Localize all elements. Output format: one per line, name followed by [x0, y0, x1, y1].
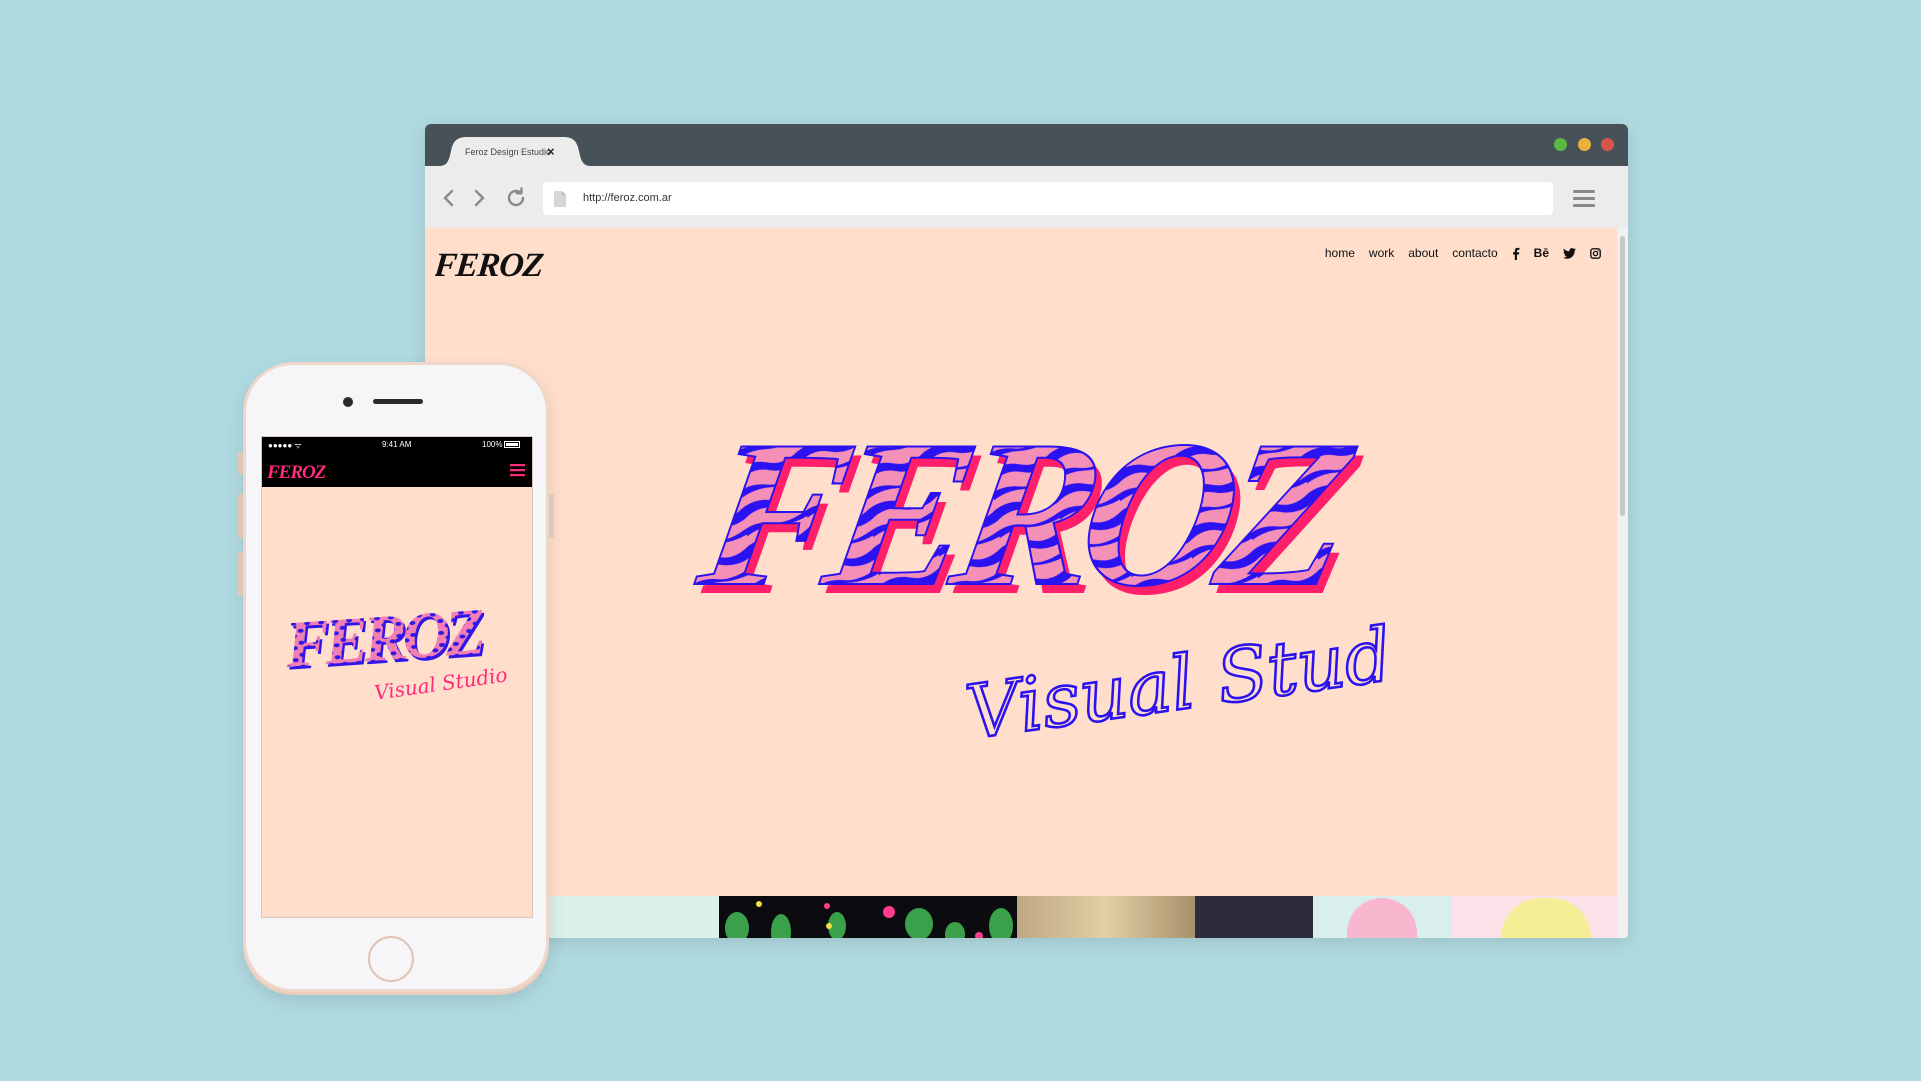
- facebook-icon[interactable]: [1512, 247, 1520, 260]
- battery-icon: [504, 441, 520, 448]
- maximize-button[interactable]: [1554, 138, 1567, 151]
- phone-power-button: [549, 494, 554, 538]
- thumbnail-dark[interactable]: [1195, 896, 1313, 938]
- battery-percent: 100%: [482, 440, 503, 449]
- site-logo-text: FEROZ: [435, 247, 545, 284]
- scrollbar[interactable]: [1617, 228, 1628, 938]
- mobile-logo-text: FEROZ: [267, 462, 327, 483]
- mobile-logo[interactable]: FEROZ: [267, 459, 337, 483]
- website-viewport: FEROZ home work about contacto Bē FEROZ …: [425, 228, 1617, 938]
- nav-home[interactable]: home: [1325, 246, 1355, 260]
- site-nav: home work about contacto Bē: [1311, 246, 1601, 260]
- thumbnail-pink-shirt[interactable]: [1313, 896, 1451, 938]
- phone-screen: ●●●●● ᯤ 9:41 AM 100% FEROZ FEROZ FEROZ V…: [261, 436, 533, 918]
- phone-device: ●●●●● ᯤ 9:41 AM 100% FEROZ FEROZ FEROZ V…: [243, 362, 549, 992]
- nav-contacto[interactable]: contacto: [1452, 246, 1497, 260]
- status-time: 9:41 AM: [382, 440, 412, 449]
- instagram-icon[interactable]: [1590, 247, 1601, 259]
- browser-toolbar: http://feroz.com.ar: [425, 166, 1628, 228]
- behance-icon[interactable]: Bē: [1534, 246, 1549, 260]
- phone-status-bar: ●●●●● ᯤ 9:41 AM 100%: [262, 437, 532, 453]
- back-icon[interactable]: [437, 186, 461, 210]
- nav-about[interactable]: about: [1408, 246, 1438, 260]
- mobile-menu-icon[interactable]: [510, 463, 525, 477]
- browser-window: Feroz Design Estudio × http://feroz.com.…: [425, 124, 1628, 938]
- url-text: http://feroz.com.ar: [583, 192, 672, 204]
- mobile-hero-logo: FEROZ FEROZ Visual Studio: [284, 597, 509, 705]
- site-logo[interactable]: FEROZ: [435, 240, 545, 286]
- mobile-header: FEROZ: [262, 453, 532, 487]
- thumbnail-cactus[interactable]: [719, 896, 1017, 938]
- hero-title: FEROZ: [685, 396, 1366, 629]
- nav-work[interactable]: work: [1369, 246, 1394, 260]
- reload-icon[interactable]: [504, 186, 528, 210]
- signal-indicator: ●●●●● ᯤ: [268, 441, 302, 450]
- earpiece-speaker: [373, 399, 423, 404]
- page-icon: [554, 191, 566, 207]
- phone-home-button[interactable]: [368, 936, 414, 982]
- work-thumbnails: [425, 896, 1617, 938]
- browser-titlebar: Feroz Design Estudio ×: [425, 124, 1628, 166]
- browser-menu-icon[interactable]: [1573, 188, 1595, 208]
- forward-icon[interactable]: [467, 186, 491, 210]
- twitter-icon[interactable]: [1563, 247, 1576, 259]
- thumbnail-lace[interactable]: [1017, 896, 1195, 938]
- minimize-button[interactable]: [1578, 138, 1591, 151]
- hero-logo: FEROZ FEROZ Visual Studio: [685, 395, 1385, 757]
- tab-close-icon[interactable]: ×: [547, 144, 555, 159]
- front-camera: [343, 397, 353, 407]
- close-window-button[interactable]: [1601, 138, 1614, 151]
- scrollbar-thumb[interactable]: [1620, 236, 1625, 516]
- tab-title: Feroz Design Estudio: [465, 147, 552, 157]
- address-bar[interactable]: http://feroz.com.ar: [543, 182, 1553, 215]
- thumbnail-yellow-shirt[interactable]: [1451, 896, 1617, 938]
